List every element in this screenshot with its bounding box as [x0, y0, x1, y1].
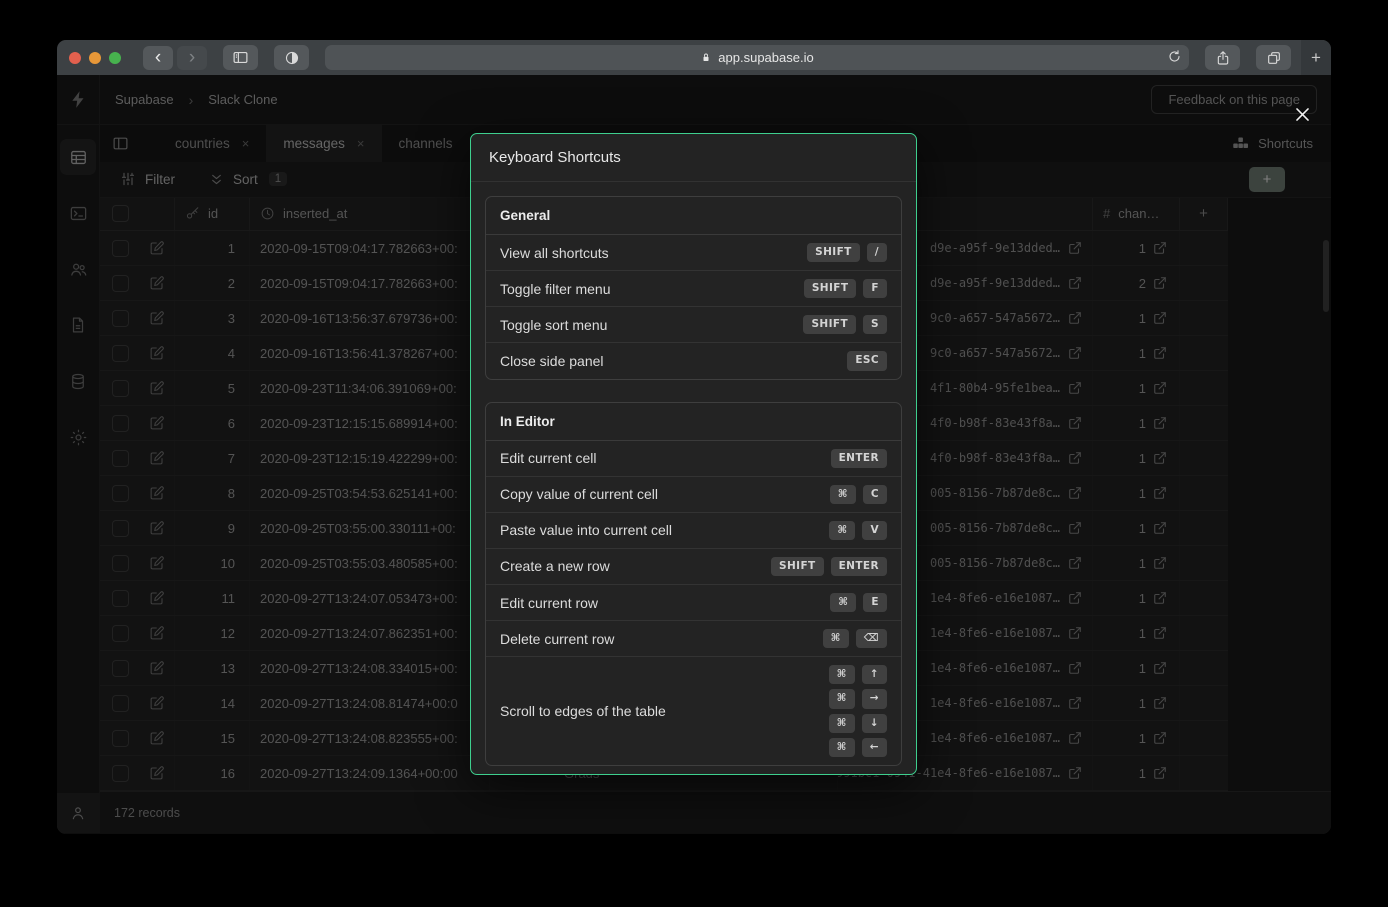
shortcut-item: Paste value into current cell ⌘ V — [486, 513, 901, 549]
url-bar[interactable]: app.supabase.io — [325, 45, 1189, 70]
key-badge: E — [863, 593, 887, 612]
key-badge: ⌘ — [829, 665, 855, 684]
shortcut-item: Scroll to edges of the table ⌘ ↑ ⌘ → ⌘ ↓ ⌘ ← — [486, 657, 901, 765]
shortcut-item: View all shortcuts SHIFT / — [486, 235, 901, 271]
key-badge: ⌘ — [823, 629, 849, 648]
shortcut-label: View all shortcuts — [500, 245, 609, 261]
key-badge: ESC — [847, 351, 887, 370]
browser-titlebar: ‹ › app.supabase.io — [57, 40, 1331, 75]
close-icon[interactable] — [1289, 101, 1315, 127]
share-icon — [1215, 50, 1231, 66]
shortcut-label: Create a new row — [500, 558, 610, 574]
shortcut-section: In Editor Edit current cell ENTER Copy valu… — [485, 402, 902, 766]
shield-contrast-icon — [284, 50, 300, 66]
browser-sidebar-button[interactable] — [223, 45, 258, 70]
key-badge: SHIFT — [804, 279, 857, 298]
modal-title: Keyboard Shortcuts — [471, 134, 916, 182]
browser-forward-button[interactable]: › — [177, 46, 207, 70]
browser-back-button[interactable]: ‹ — [143, 46, 173, 70]
key-badge: F — [863, 279, 887, 298]
key-badge: ⌘ — [830, 485, 856, 504]
key-badge: ⌘ — [829, 521, 855, 540]
key-badge: V — [862, 521, 887, 540]
close-window-button[interactable] — [69, 52, 81, 64]
key-badge: ⌘ — [829, 738, 855, 757]
key-badge: / — [867, 243, 887, 262]
key-badge: ENTER — [831, 449, 887, 468]
sidebar-panel-icon — [232, 49, 249, 66]
shortcut-item: Delete current row ⌘ ⌫ — [486, 621, 901, 657]
shortcut-item: Close side panel ESC — [486, 343, 901, 378]
shortcut-label: Copy value of current cell — [500, 486, 658, 502]
browser-privacy-button[interactable] — [274, 45, 309, 70]
browser-window: ‹ › app.supabase.io — [57, 40, 1331, 834]
lock-icon — [700, 51, 712, 64]
reload-icon[interactable] — [1167, 49, 1182, 64]
shortcut-label: Paste value into current cell — [500, 522, 672, 538]
window-controls — [69, 52, 121, 64]
shortcut-item: Edit current cell ENTER — [486, 441, 901, 477]
key-badge: ← — [862, 738, 887, 757]
shortcut-label: Close side panel — [500, 353, 604, 369]
browser-tabs-button[interactable] — [1256, 45, 1291, 70]
shortcut-section-title: In Editor — [486, 403, 901, 441]
new-tab-button[interactable]: + — [1301, 40, 1331, 75]
shortcut-item: Copy value of current cell ⌘ C — [486, 477, 901, 513]
shortcut-item: Toggle filter menu SHIFT F — [486, 271, 901, 307]
shortcut-label: Toggle sort menu — [500, 317, 607, 333]
key-badge: ↓ — [862, 714, 887, 733]
key-badge: S — [863, 315, 887, 334]
shortcut-section: General View all shortcuts SHIFT / Toggle fi… — [485, 196, 902, 380]
zoom-window-button[interactable] — [109, 52, 121, 64]
app-area: Supabase › Slack Clone Feedback on this … — [57, 75, 1331, 834]
key-badge: SHIFT — [807, 243, 860, 262]
key-badge: ↑ — [862, 665, 887, 684]
browser-share-button[interactable] — [1205, 45, 1240, 70]
shortcut-label: Delete current row — [500, 631, 614, 647]
shortcut-label: Toggle filter menu — [500, 281, 611, 297]
shortcut-item: Edit current row ⌘ E — [486, 585, 901, 621]
key-badge: SHIFT — [771, 557, 824, 576]
shortcut-label: Edit current row — [500, 595, 598, 611]
shortcut-label: Edit current cell — [500, 450, 596, 466]
key-badge: ⌘ — [829, 689, 855, 708]
key-badge: SHIFT — [803, 315, 856, 334]
key-badge: ⌘ — [830, 593, 856, 612]
shortcut-section-title: General — [486, 197, 901, 235]
key-badge: ⌫ — [856, 629, 887, 648]
key-badge: ⌘ — [829, 714, 855, 733]
tabs-overview-icon — [1266, 50, 1282, 66]
key-badge: C — [863, 485, 887, 504]
minimize-window-button[interactable] — [89, 52, 101, 64]
url-text: app.supabase.io — [718, 50, 813, 65]
shortcut-label: Scroll to edges of the table — [500, 703, 666, 719]
key-badge: → — [862, 689, 887, 708]
shortcut-item: Create a new row SHIFT ENTER — [486, 549, 901, 585]
shortcut-item: Toggle sort menu SHIFT S — [486, 307, 901, 343]
keyboard-shortcuts-modal: Keyboard Shortcuts GeneralView all short… — [470, 133, 917, 775]
key-badge: ENTER — [831, 557, 887, 576]
